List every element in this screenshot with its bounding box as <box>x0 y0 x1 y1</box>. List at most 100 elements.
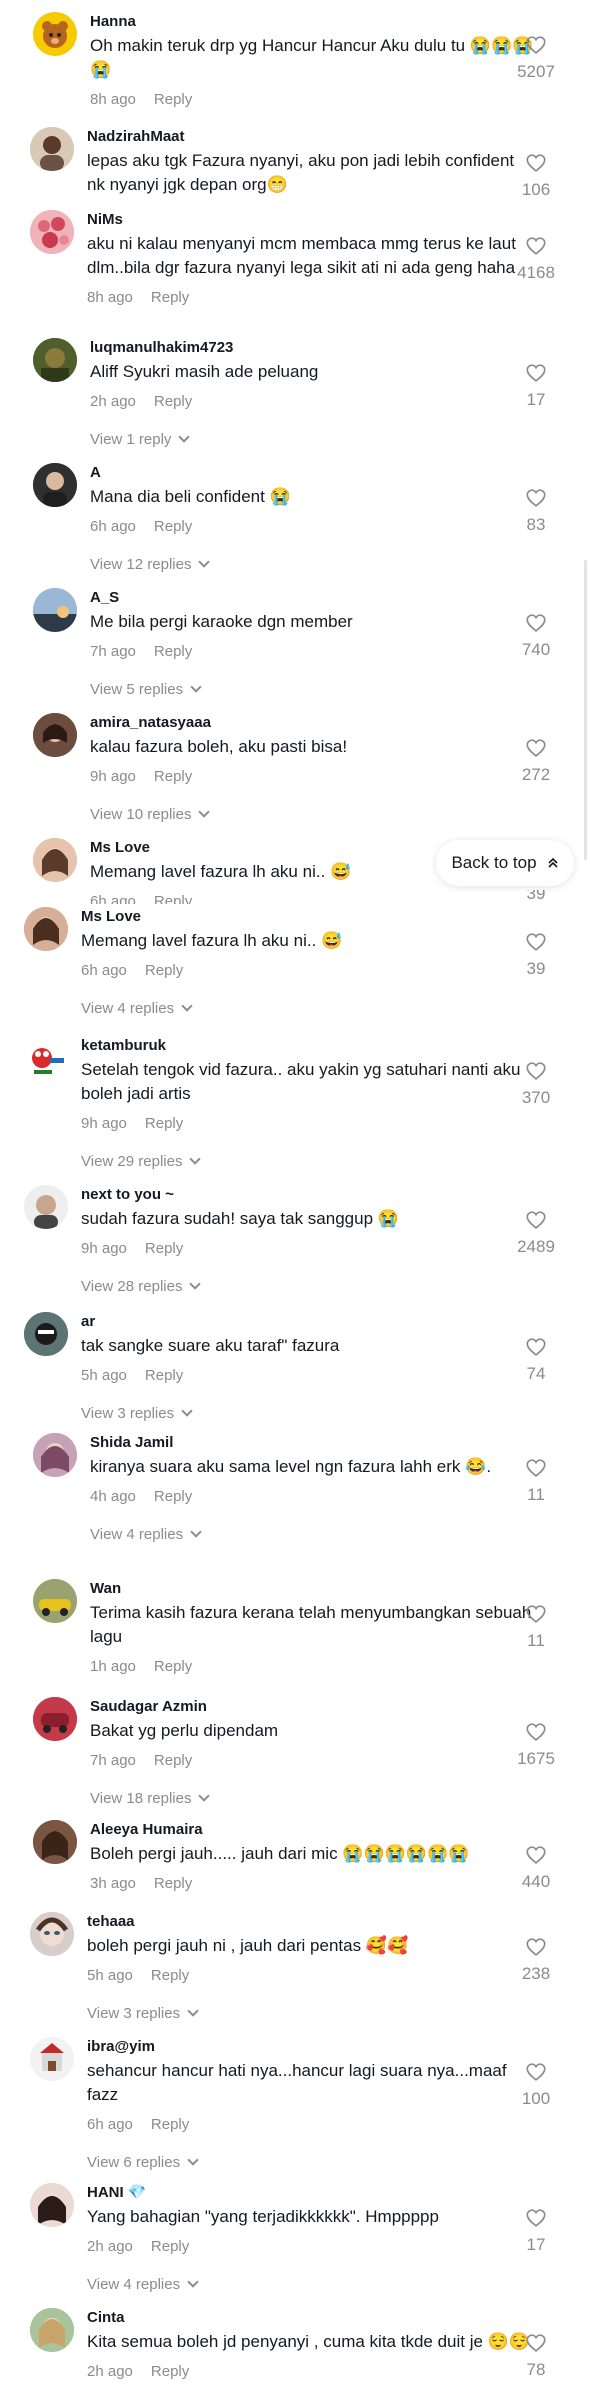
view-replies-button[interactable]: View 4 replies <box>87 2276 532 2294</box>
comment-username[interactable]: Wan <box>90 1579 535 1598</box>
comment-username[interactable]: ketamburuk <box>81 1036 526 1055</box>
avatar[interactable] <box>33 588 77 632</box>
avatar[interactable] <box>30 2037 74 2081</box>
comment-username[interactable]: amira_natasyaaa <box>90 713 535 732</box>
comment-username[interactable]: Cinta <box>87 2308 532 2327</box>
like-button[interactable]: 106 <box>504 152 568 200</box>
comment-time: 3h ago <box>90 1875 136 1892</box>
like-button[interactable]: 5207 <box>504 34 568 82</box>
view-replies-button[interactable]: View 3 replies <box>81 1405 526 1423</box>
reply-button[interactable]: Reply <box>145 1367 183 1384</box>
view-replies-button[interactable]: View 18 replies <box>90 1790 535 1808</box>
like-button[interactable]: 74 <box>504 1336 568 1384</box>
reply-button[interactable]: Reply <box>151 2116 189 2133</box>
avatar[interactable] <box>33 463 77 507</box>
comment-username[interactable]: HANI 💎 <box>87 2183 532 2202</box>
reply-button[interactable]: Reply <box>154 91 192 108</box>
comment-meta: 1h ago Reply <box>90 1658 535 1676</box>
view-replies-button[interactable]: View 29 replies <box>81 1153 526 1171</box>
comment-username[interactable]: Saudagar Azmin <box>90 1697 535 1716</box>
view-replies-button[interactable]: View 12 replies <box>90 556 535 574</box>
comment-username[interactable]: NiMs <box>87 210 532 229</box>
view-replies-button[interactable]: View 1 reply <box>90 431 535 449</box>
like-button[interactable]: 440 <box>504 1844 568 1892</box>
comment-meta: 9h ago Reply <box>81 1115 526 1133</box>
comment-username[interactable]: ar <box>81 1312 526 1331</box>
reply-button[interactable]: Reply <box>154 518 192 535</box>
view-replies-button[interactable]: View 4 replies <box>81 1000 526 1018</box>
like-button[interactable]: 39 <box>504 890 568 904</box>
reply-button[interactable]: Reply <box>154 1488 192 1505</box>
scrollbar-thumb[interactable] <box>584 560 587 860</box>
like-button[interactable]: 238 <box>504 1936 568 1984</box>
avatar[interactable] <box>30 1912 74 1956</box>
reply-button[interactable]: Reply <box>154 643 192 660</box>
like-button[interactable]: 17 <box>504 2207 568 2255</box>
view-replies-button[interactable]: View 10 replies <box>90 806 535 824</box>
comment-username[interactable]: A_S <box>90 588 535 607</box>
avatar[interactable] <box>24 1185 68 1229</box>
back-to-top-button[interactable]: Back to top <box>436 840 574 886</box>
reply-button[interactable]: Reply <box>154 393 192 410</box>
comment-username[interactable]: next to you ~ <box>81 1185 526 1204</box>
comment-username[interactable]: Ms Love <box>81 907 526 926</box>
avatar[interactable] <box>33 338 77 382</box>
reply-button[interactable]: Reply <box>145 1115 183 1132</box>
reply-button[interactable]: Reply <box>154 1658 192 1675</box>
reply-button[interactable]: Reply <box>145 962 183 979</box>
like-button[interactable]: 740 <box>504 612 568 660</box>
comment-username[interactable]: tehaaa <box>87 1912 532 1931</box>
comment-username[interactable]: luqmanulhakim4723 <box>90 338 535 357</box>
like-button[interactable]: 83 <box>504 487 568 535</box>
avatar[interactable] <box>33 1579 77 1623</box>
comment-meta: 7h ago Reply <box>90 643 535 661</box>
reply-button[interactable]: Reply <box>151 289 189 306</box>
avatar[interactable] <box>33 1820 77 1864</box>
avatar[interactable] <box>30 210 74 254</box>
view-replies-label: View 4 replies <box>81 1000 175 1017</box>
avatar[interactable] <box>24 1036 68 1080</box>
like-button[interactable]: 2489 <box>504 1209 568 1257</box>
view-replies-button[interactable]: View 4 replies <box>90 1526 535 1544</box>
like-button[interactable]: 39 <box>504 931 568 979</box>
comment-username[interactable]: Hanna <box>90 12 535 31</box>
reply-button[interactable]: Reply <box>145 1240 183 1257</box>
view-replies-button[interactable]: View 5 replies <box>90 681 535 699</box>
avatar[interactable] <box>33 12 77 56</box>
avatar[interactable] <box>33 713 77 757</box>
reply-button[interactable]: Reply <box>154 768 192 785</box>
like-button[interactable]: 78 <box>504 2332 568 2380</box>
like-button[interactable]: 1675 <box>504 1721 568 1769</box>
reply-button[interactable]: Reply <box>151 2363 189 2380</box>
like-button[interactable]: 100 <box>504 2061 568 2109</box>
avatar[interactable] <box>33 838 77 882</box>
avatar[interactable] <box>24 907 68 951</box>
comment-username[interactable]: Shida Jamil <box>90 1433 535 1452</box>
reply-button[interactable]: Reply <box>154 893 192 904</box>
like-button[interactable]: 11 <box>504 1457 568 1505</box>
avatar[interactable] <box>33 1697 77 1741</box>
view-replies-button[interactable]: View 3 replies <box>87 2005 532 2023</box>
comment-time: 6h ago <box>90 893 136 904</box>
reply-button[interactable]: Reply <box>151 2238 189 2255</box>
view-replies-button[interactable]: View 28 replies <box>81 1278 526 1296</box>
like-button[interactable]: 272 <box>504 737 568 785</box>
comment-username[interactable]: Aleeya Humaira <box>90 1820 535 1839</box>
reply-button[interactable]: Reply <box>154 1875 192 1892</box>
avatar[interactable] <box>33 1433 77 1477</box>
reply-button[interactable]: Reply <box>151 1967 189 1984</box>
comment-username[interactable]: ibra@yim <box>87 2037 532 2056</box>
view-replies-button[interactable]: View 6 replies <box>87 2154 532 2172</box>
like-button[interactable]: 4168 <box>504 235 568 283</box>
avatar[interactable] <box>30 127 74 171</box>
avatar[interactable] <box>30 2183 74 2227</box>
like-button[interactable]: 11 <box>504 1603 568 1651</box>
like-button[interactable]: 370 <box>504 1060 568 1108</box>
like-button[interactable]: 17 <box>504 362 568 410</box>
comment-username[interactable]: NadzirahMaat <box>87 127 532 146</box>
reply-button[interactable]: Reply <box>154 1752 192 1769</box>
avatar[interactable] <box>30 2308 74 2352</box>
comment-username[interactable]: Ms Love <box>90 838 430 857</box>
comment-username[interactable]: A <box>90 463 535 482</box>
avatar[interactable] <box>24 1312 68 1356</box>
